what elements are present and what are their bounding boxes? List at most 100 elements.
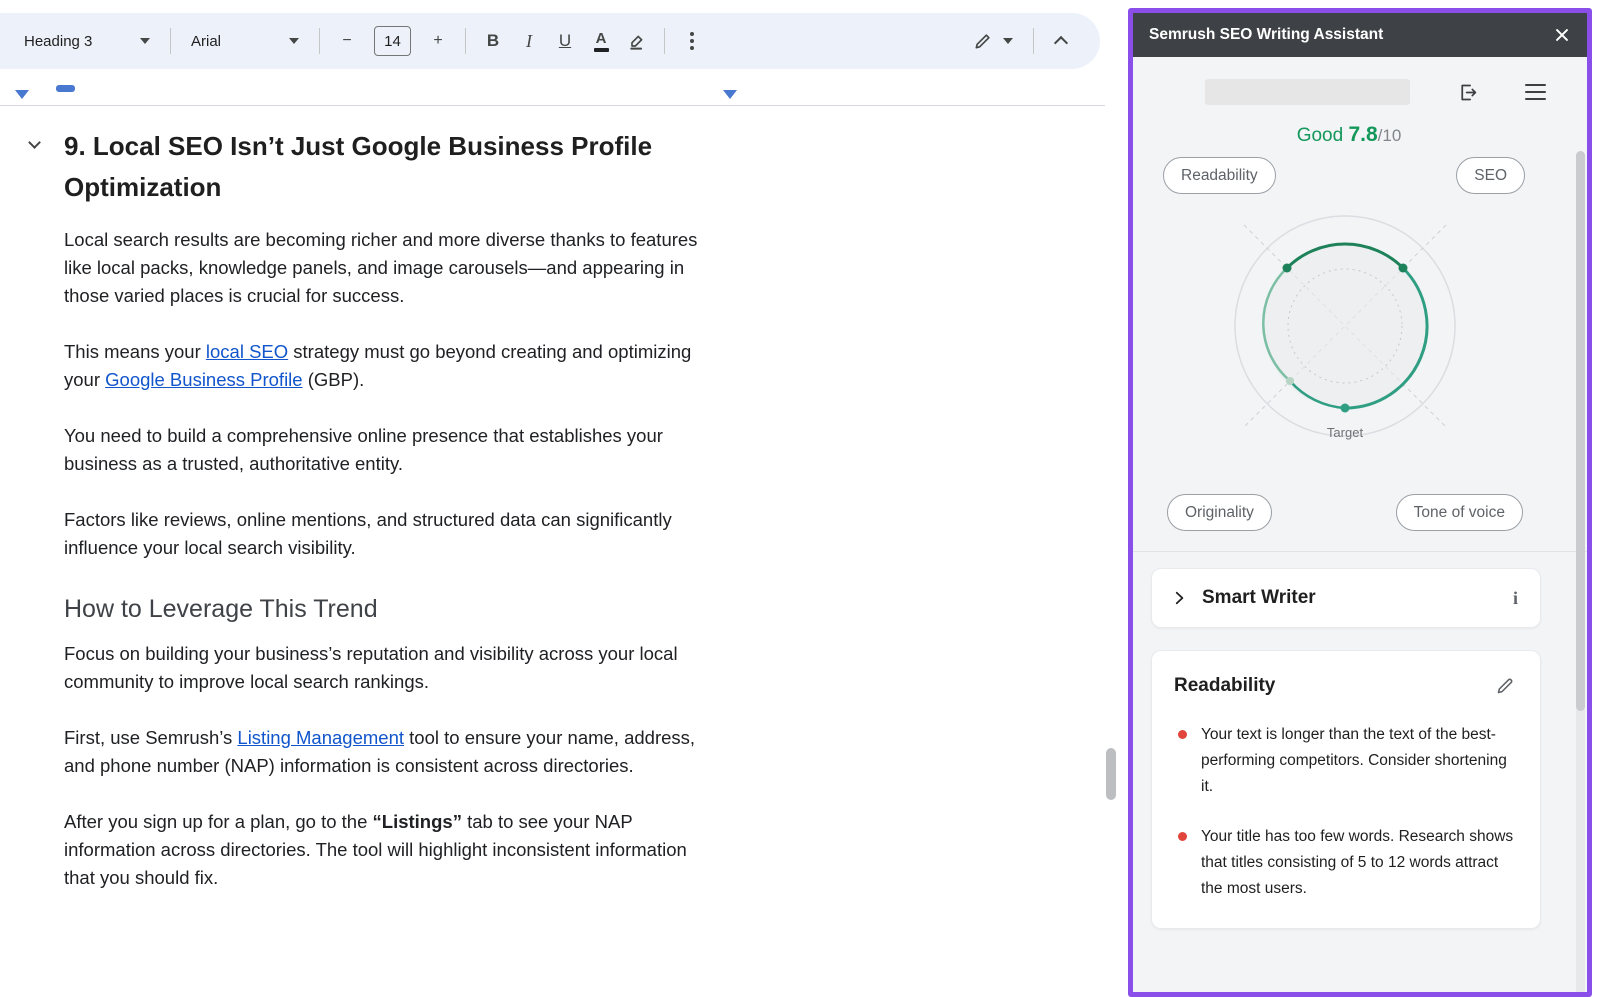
score-gauge-chart: Target bbox=[1220, 201, 1470, 451]
doc-text: Factors like reviews, online mentions, a… bbox=[64, 509, 672, 558]
doc-paragraph: Factors like reviews, online mentions, a… bbox=[64, 506, 720, 562]
readability-title: Readability bbox=[1174, 675, 1493, 697]
readability-issue: Your text is longer than the text of the… bbox=[1174, 722, 1518, 800]
pencil-icon bbox=[973, 31, 993, 51]
chevron-down-icon bbox=[289, 38, 299, 44]
info-icon[interactable]: i bbox=[1509, 588, 1522, 609]
edit-readability-button[interactable] bbox=[1493, 673, 1518, 698]
pill-seo[interactable]: SEO bbox=[1456, 157, 1525, 194]
doc-text: First, use Semrush’s bbox=[64, 727, 237, 748]
panel-header: Semrush SEO Writing Assistant bbox=[1133, 13, 1587, 57]
bold-button[interactable]: B bbox=[476, 23, 510, 59]
font-family-dropdown[interactable]: Arial bbox=[181, 23, 309, 59]
doc-paragraph: You need to build a comprehensive online… bbox=[64, 422, 720, 478]
export-icon bbox=[1457, 82, 1478, 103]
panel-scrollbar-thumb[interactable] bbox=[1576, 151, 1585, 711]
paragraph-style-value: Heading 3 bbox=[24, 33, 92, 50]
editing-mode-dropdown[interactable] bbox=[963, 23, 1023, 59]
hide-menus-button[interactable] bbox=[1044, 23, 1078, 59]
font-size-input[interactable]: 14 bbox=[374, 26, 411, 56]
pill-originality[interactable]: Originality bbox=[1167, 494, 1272, 531]
doc-text: How to Leverage This Trend bbox=[64, 595, 378, 623]
panel-top-row bbox=[1205, 79, 1547, 105]
pill-tone-of-voice[interactable]: Tone of voice bbox=[1396, 494, 1523, 531]
panel-body: Good 7.8/10 Readability SEO bbox=[1133, 79, 1587, 997]
document-body: 9. Local SEO Isn’t Just Google Business … bbox=[64, 126, 720, 920]
doc-heading: 9. Local SEO Isn’t Just Google Business … bbox=[64, 126, 720, 208]
doc-paragraph: First, use Semrush’s Listing Management … bbox=[64, 724, 720, 780]
left-indent-marker[interactable] bbox=[15, 90, 29, 99]
score-gauge-zone: Readability SEO bbox=[1133, 157, 1587, 533]
close-icon[interactable] bbox=[1553, 26, 1571, 44]
google-docs-editor: Heading 3 Arial − 14 + B I U A bbox=[0, 0, 1128, 997]
screen: Heading 3 Arial − 14 + B I U A bbox=[0, 0, 1600, 997]
highlight-color-button[interactable] bbox=[620, 23, 654, 59]
panel-scrollbar[interactable] bbox=[1576, 151, 1585, 997]
score-label: Good bbox=[1297, 125, 1343, 146]
ruler-line bbox=[0, 105, 1105, 106]
readability-card: Readability Your text is longer than the… bbox=[1151, 650, 1541, 929]
more-options-icon bbox=[690, 32, 694, 50]
readability-header: Readability bbox=[1174, 673, 1518, 698]
smart-writer-title: Smart Writer bbox=[1202, 587, 1509, 609]
gauge-target-label: Target bbox=[1327, 425, 1364, 440]
doc-link[interactable]: Listing Management bbox=[237, 727, 404, 748]
italic-icon: I bbox=[526, 31, 532, 52]
doc-text: After you sign up for a plan, go to the bbox=[64, 811, 373, 832]
toolbar-divider bbox=[664, 28, 665, 54]
readability-issue: Your title has too few words. Research s… bbox=[1174, 824, 1518, 902]
document-scrollbar[interactable] bbox=[1105, 0, 1117, 997]
doc-text: (GBP). bbox=[303, 369, 365, 390]
right-indent-marker[interactable] bbox=[723, 90, 737, 99]
doc-text: This means your bbox=[64, 341, 206, 362]
toolbar-divider bbox=[170, 28, 171, 54]
doc-text: Local search results are becoming richer… bbox=[64, 229, 697, 306]
doc-text: You need to build a comprehensive online… bbox=[64, 425, 663, 474]
score-value: 7.8 bbox=[1348, 123, 1377, 146]
doc-paragraph: This means your local SEO strategy must … bbox=[64, 338, 720, 394]
text-color-icon: A bbox=[594, 31, 609, 52]
issue-text: Your text is longer than the text of the… bbox=[1201, 722, 1518, 800]
doc-paragraph: Focus on building your business’s reputa… bbox=[64, 640, 720, 696]
font-family-value: Arial bbox=[191, 33, 221, 50]
doc-subheading: How to Leverage This Trend bbox=[64, 594, 720, 624]
pill-readability[interactable]: Readability bbox=[1163, 157, 1276, 194]
loading-placeholder bbox=[1205, 79, 1410, 105]
first-line-indent-marker[interactable] bbox=[56, 85, 75, 92]
bold-icon: B bbox=[487, 31, 499, 51]
underline-icon: U bbox=[559, 31, 571, 51]
docs-toolbar: Heading 3 Arial − 14 + B I U A bbox=[0, 13, 1100, 69]
toolbar-divider bbox=[319, 28, 320, 54]
issue-dot-icon bbox=[1178, 832, 1187, 841]
text-color-button[interactable]: A bbox=[584, 23, 618, 59]
chevron-down-icon bbox=[1003, 38, 1013, 44]
toolbar-divider bbox=[1033, 28, 1034, 54]
increase-font-size-button[interactable]: + bbox=[421, 23, 455, 59]
score-max: /10 bbox=[1378, 126, 1402, 145]
hamburger-menu-button[interactable] bbox=[1524, 81, 1547, 104]
issue-text: Your title has too few words. Research s… bbox=[1201, 824, 1518, 902]
doc-paragraph: Local search results are becoming richer… bbox=[64, 226, 720, 310]
doc-link[interactable]: local SEO bbox=[206, 341, 288, 362]
more-toolbar-options-button[interactable] bbox=[675, 23, 709, 59]
doc-text: “Listings” bbox=[373, 811, 462, 832]
heading-collapse-icon[interactable] bbox=[28, 136, 41, 149]
doc-text: Focus on building your business’s reputa… bbox=[64, 643, 678, 692]
decrease-font-size-button[interactable]: − bbox=[330, 23, 364, 59]
section-divider bbox=[1133, 551, 1587, 552]
italic-button[interactable]: I bbox=[512, 23, 546, 59]
pencil-icon bbox=[1495, 675, 1516, 696]
doc-paragraph: After you sign up for a plan, go to the … bbox=[64, 808, 720, 892]
paragraph-style-dropdown[interactable]: Heading 3 bbox=[14, 23, 160, 59]
export-button[interactable] bbox=[1455, 80, 1480, 105]
underline-button[interactable]: U bbox=[548, 23, 582, 59]
chevron-down-icon bbox=[140, 38, 150, 44]
doc-link[interactable]: Google Business Profile bbox=[105, 369, 302, 390]
smart-writer-card[interactable]: Smart Writer i bbox=[1151, 568, 1541, 628]
menu-icon bbox=[1525, 84, 1546, 87]
issue-dot-icon bbox=[1178, 730, 1187, 739]
toolbar-divider bbox=[465, 28, 466, 54]
highlighter-icon bbox=[627, 31, 647, 51]
overall-score: Good 7.8/10 bbox=[1133, 123, 1587, 147]
document-scrollbar-thumb[interactable] bbox=[1106, 748, 1116, 800]
